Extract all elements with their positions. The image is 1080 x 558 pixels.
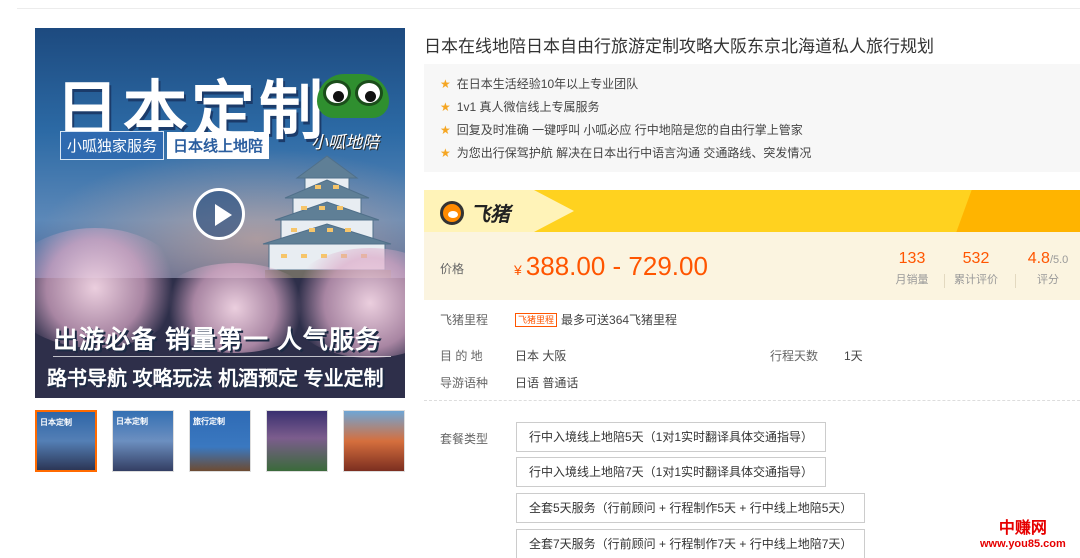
brand-name: 飞猪 [470,204,510,226]
fliggy-logo[interactable]: 飞猪 [440,198,510,227]
thumbnail-label: 日本定制 [40,418,72,427]
duration-value: 1天 [844,349,863,363]
feature-list: ★ 在日本生活经验10年以上专业团队 ★ 1v1 真人微信线上专属服务 ★ 回复及时准… [424,64,1080,172]
watermark-url: www.you85.com [980,537,1066,550]
rating-display: 4.8/5.0 [1012,250,1080,268]
top-divider [17,8,1080,9]
miles-value: 飞猪里程 最多可送364飞猪里程 [515,311,677,328]
destination-row: 目 的 地 日本 大阪 [440,347,566,364]
product-title: 日本在线地陪日本自由行旅游定制攻略大阪东京北海道私人旅行规划 [424,37,934,56]
package-option[interactable]: 行中入境线上地陪7天（1对1实时翻译具体交通指导） [516,457,827,487]
star-icon: ★ [440,76,451,91]
brand-bar-arrow [534,190,574,232]
hero-badges: 小呱独家服务 日本线上地陪 [60,131,270,160]
thumbnail-label: 日本定制 [116,417,148,426]
frog-eye [323,80,351,106]
star-icon: ★ [440,122,451,137]
frog-mascot-icon [317,74,389,118]
slogan-line-2: 路书导航 攻略玩法 机酒预定 专业定制 [47,368,384,390]
frog-eye [355,80,383,106]
package-option[interactable]: 全套5天服务（行前顾问 + 行程制作5天 + 行中线上地陪5天） [516,493,866,523]
rating-max: /5.0 [1049,254,1069,266]
feature-item: ★ 1v1 真人微信线上专属服务 [440,95,1080,118]
package-option[interactable]: 行中入境线上地陪5天（1对1实时翻译具体交通指导） [516,422,827,452]
monthly-sales-label: 月销量 [895,274,929,286]
language-label: 导游语种 [440,376,489,390]
destination-value: 日本 大阪 [515,349,567,363]
brand-script-text: 小呱地陪 [311,133,379,152]
brand-bar-stripe [956,190,1080,232]
rating-value: 4.8 [1027,250,1050,267]
duration-label: 行程天数 [770,349,819,363]
thumbnail-1[interactable]: 日本定制 [35,410,97,472]
feature-text: 为您出行保驾护航 解决在日本出行中语言沟通 交通路线、突发情况 [456,146,812,160]
star-icon: ★ [440,145,451,160]
monthly-sales-stat: 133 月销量 [876,250,948,287]
miles-row: 飞猪里程 飞猪里程 最多可送364飞猪里程 [440,311,677,328]
watermark-name: 中赚网 [998,520,1047,537]
online-guide-badge: 日本线上地陪 [167,132,270,159]
feature-item: ★ 在日本生活经验10年以上专业团队 [440,72,1080,95]
thumbnail-2[interactable]: 日本定制 [112,410,174,472]
thumbnail-strip: 日本定制 日本定制 旅行定制 [35,410,420,472]
price-value: 388.00 - 729.00 [525,251,708,281]
feature-item: ★ 回复及时准确 一键呼叫 小呱必应 行中地陪是您的自由行掌上管家 [440,118,1080,141]
miles-tag: 飞猪里程 [515,313,558,327]
price-panel: 价格 ¥388.00 - 729.00 133 月销量 532 累计评价 4.8… [424,232,1080,300]
play-video-button[interactable] [193,188,245,240]
exclusive-service-badge: 小呱独家服务 [60,131,165,160]
feature-item: ★ 为您出行保驾护航 解决在日本出行中语言沟通 交通路线、突发情况 [440,141,1080,164]
duration-row: 行程天数 1天 [770,347,863,364]
thumbnail-label: 旅行定制 [193,417,225,426]
thumbnail-5[interactable] [343,410,405,472]
price-range: ¥388.00 - 729.00 [514,251,708,282]
main-product-image[interactable]: 日本定制 小呱独家服务 日本线上地陪 小呱地陪 出游必备 销量第一 人气服务 路… [35,28,405,398]
language-row: 导游语种 日语 普通话 [440,374,578,391]
miles-text: 最多可送364飞猪里程 [561,313,678,327]
language-value: 日语 普通话 [515,376,579,390]
currency-symbol: ¥ [514,262,522,278]
review-count-value: 532 [962,250,990,267]
site-watermark: 中赚网 www.you85.com [980,520,1066,550]
thumbnail-4[interactable] [266,410,328,472]
fliggy-brand-bar: 飞猪 [424,190,1080,232]
rating-stat: 4.8/5.0 评分 [1012,250,1080,287]
package-option[interactable]: 全套7天服务（行前顾问 + 行程制作7天 + 行中线上地陪7天） [516,529,866,558]
price-label: 价格 [440,262,465,276]
product-page: 日本定制 小呱独家服务 日本线上地陪 小呱地陪 出游必备 销量第一 人气服务 路… [0,0,1080,558]
rating-label: 评分 [1037,274,1059,286]
package-type-label: 套餐类型 [440,432,489,446]
feature-text: 回复及时准确 一键呼叫 小呱必应 行中地陪是您的自由行掌上管家 [456,123,803,137]
feature-text: 在日本生活经验10年以上专业团队 [456,77,639,91]
star-icon: ★ [440,99,451,114]
destination-label: 目 的 地 [440,349,483,363]
review-count-stat[interactable]: 532 累计评价 [940,250,1012,287]
section-divider [424,400,1080,401]
miles-label: 飞猪里程 [440,313,489,327]
slogan-line-1: 出游必备 销量第一 人气服务 [53,326,381,354]
thumbnail-3[interactable]: 旅行定制 [189,410,251,472]
fliggy-pig-icon [440,200,464,225]
review-count-label: 累计评价 [954,274,998,286]
feature-text: 1v1 真人微信线上专属服务 [456,100,600,114]
monthly-sales-value: 133 [898,250,926,267]
slogan-divider [53,356,391,357]
